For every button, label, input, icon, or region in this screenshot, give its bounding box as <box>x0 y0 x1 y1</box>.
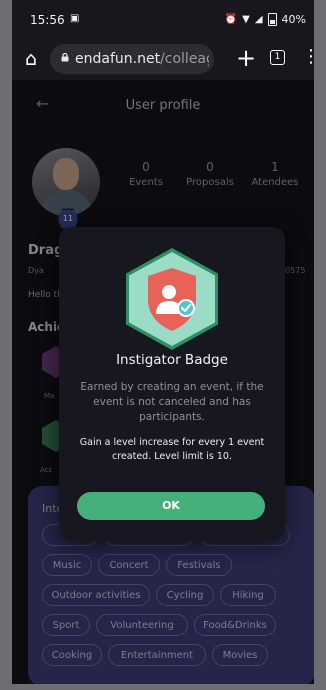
phone-screen: 15:56 ▣ ⏰ ▼ ◢ 40% ⌂ endafun.net/colleag … <box>12 0 314 684</box>
ok-button[interactable]: OK <box>77 492 265 520</box>
battery-icon <box>267 13 277 26</box>
status-icons: ⏰ ▼ ◢ 40% <box>225 13 306 26</box>
lock-icon <box>61 53 69 62</box>
new-tab-icon[interactable]: + <box>236 46 256 70</box>
screen-frame-bottom <box>0 684 326 690</box>
badge-dialog: Instigator Badge Earned by creating an e… <box>59 227 285 541</box>
screen-frame-left <box>0 0 12 690</box>
address-bar[interactable]: endafun.net/colleag <box>50 44 214 74</box>
more-menu-icon[interactable]: ⋮ <box>302 48 314 66</box>
battery-percent: 40% <box>281 13 306 26</box>
url-path: /colleag <box>160 51 209 67</box>
instigator-badge-icon <box>148 268 196 331</box>
browser-toolbar: ⌂ endafun.net/colleag + 1 ⋮ <box>12 38 314 80</box>
modal-description: Earned by creating an event, if the even… <box>80 381 264 423</box>
signal-icon: ◢ <box>254 13 263 25</box>
tab-switcher-button[interactable]: 1 <box>270 50 285 65</box>
home-icon[interactable]: ⌂ <box>20 48 42 70</box>
notification-icons: ▣ <box>70 13 79 25</box>
status-bar: 15:56 ▣ ⏰ ▼ ◢ 40% <box>12 0 314 38</box>
url-domain: endafun.net <box>75 51 161 67</box>
status-time: 15:56 <box>30 13 65 27</box>
url-text: endafun.net/colleag <box>75 51 209 67</box>
modal-rule: Gain a level increase for every 1 event … <box>79 437 265 462</box>
gallery-notification-icon: ▣ <box>70 13 80 24</box>
wifi-icon: ▼ <box>242 13 250 25</box>
alarm-icon: ⏰ <box>224 13 238 25</box>
screen-frame-right <box>314 0 326 690</box>
modal-title: Instigator Badge <box>116 352 228 368</box>
